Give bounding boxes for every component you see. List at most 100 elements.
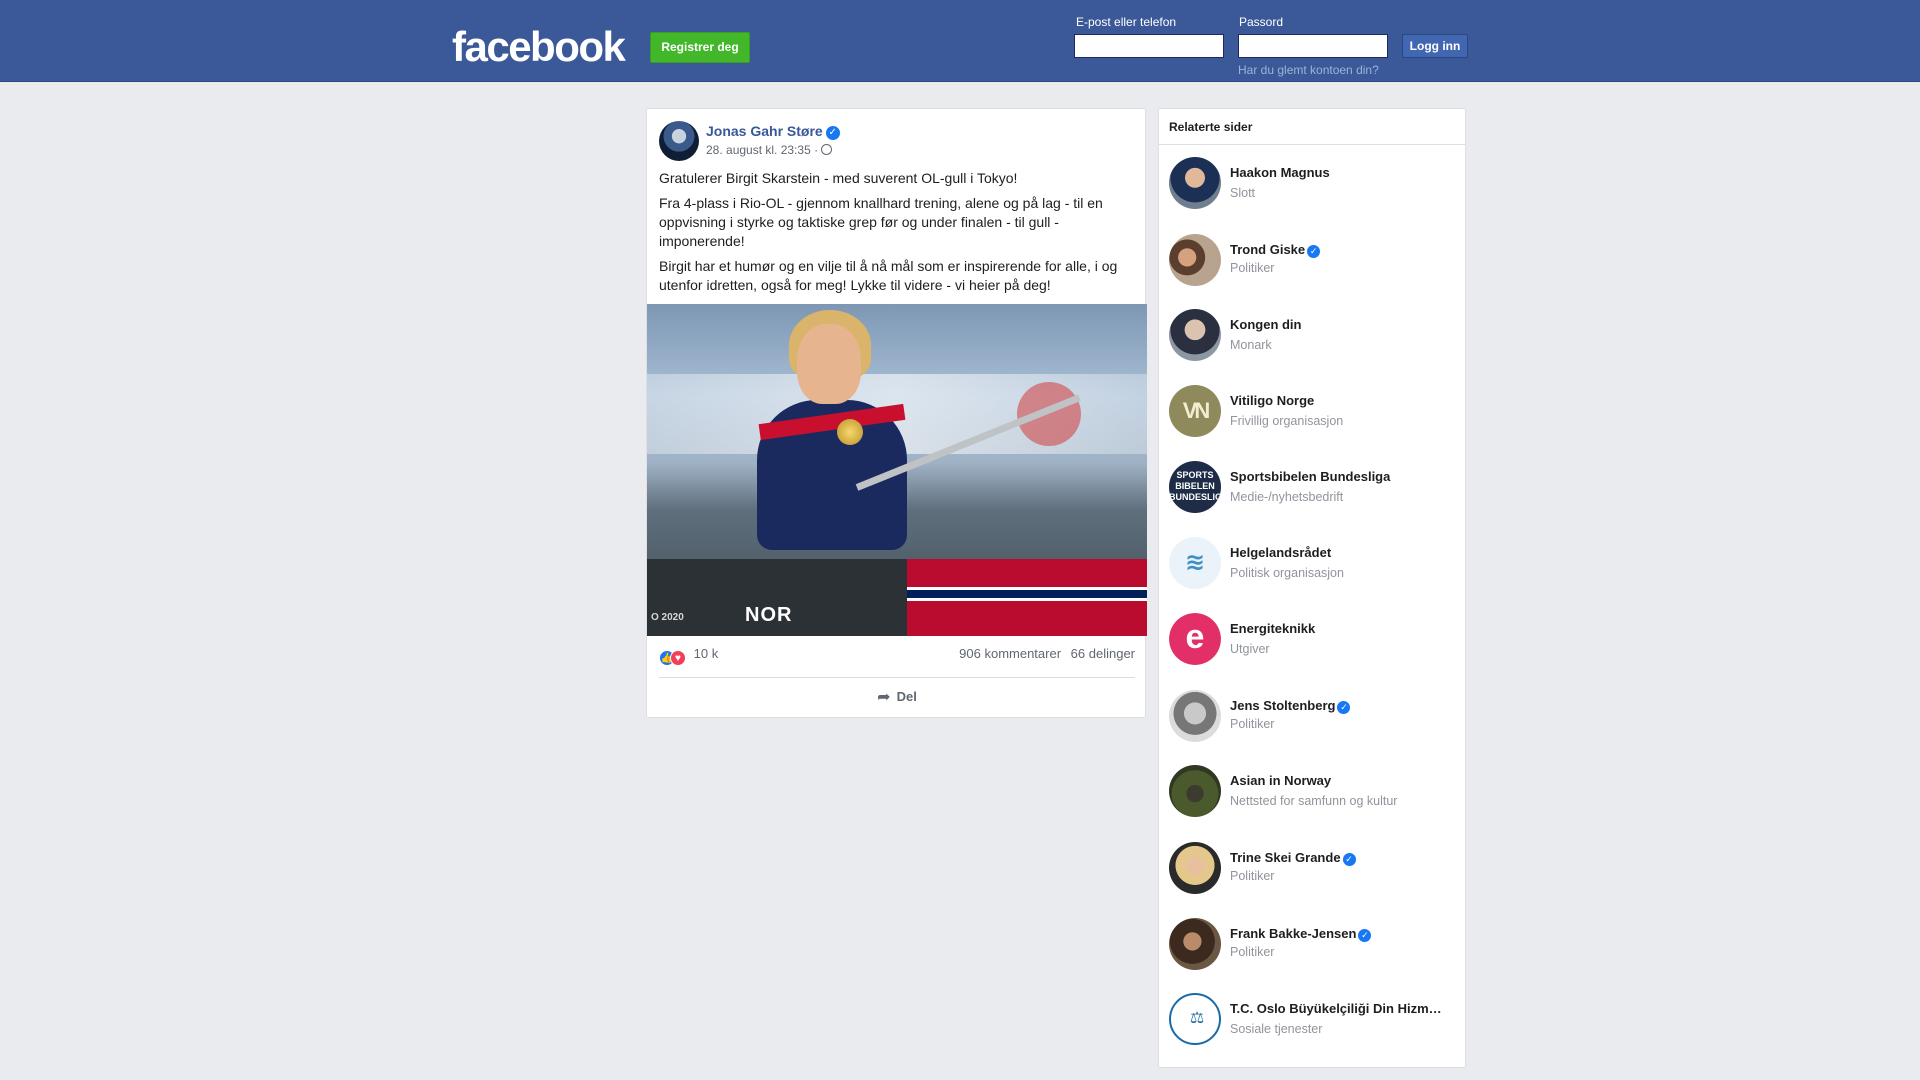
post-paragraph: Fra 4-plass i Rio-OL - gjennom knallhard… <box>659 195 1103 249</box>
share-button[interactable]: ➦ Del <box>659 683 1135 711</box>
emblem-logo-icon: ⚖ <box>1189 1010 1205 1027</box>
page-avatar[interactable] <box>1169 234 1221 286</box>
email-field[interactable] <box>1074 34 1224 58</box>
avatar-logo-letter: e <box>1169 613 1221 665</box>
divider <box>659 677 1135 678</box>
page-category: Politiker <box>1230 945 1275 959</box>
page-name[interactable]: Trond Giske ✓ <box>1230 242 1457 258</box>
facebook-logo[interactable]: facebook <box>452 22 626 72</box>
avatar-logo-text: SPORTS BIBELEN BUNDESLIGA <box>1169 470 1221 502</box>
page-category: Politiker <box>1230 869 1275 883</box>
page-avatar[interactable]: ⚖ <box>1169 993 1221 1045</box>
related-page-item[interactable]: Jens Stoltenberg ✓ Politiker <box>1169 690 1457 746</box>
login-button[interactable]: Logg inn <box>1402 34 1468 58</box>
post-stats: 906 kommentarer 66 delinger <box>953 646 1135 661</box>
page-name[interactable]: Trine Skei Grande ✓ <box>1230 850 1457 866</box>
related-page-item[interactable]: ≋ Helgelandsrådet Politisk organisasjon <box>1169 537 1457 593</box>
gold-medal <box>837 419 863 445</box>
related-page-item[interactable]: Asian in Norway Nettsted for samfunn og … <box>1169 765 1457 821</box>
page-avatar[interactable]: SPORTS BIBELEN BUNDESLIGA <box>1169 461 1221 513</box>
reaction-bar: 👍 ♥ 10 k 906 kommentarer 66 delinger <box>659 646 1135 666</box>
related-page-item[interactable]: SPORTS BIBELEN BUNDESLIGA Sportsbibelen … <box>1169 461 1457 517</box>
page-category: Monark <box>1230 338 1272 352</box>
page-name[interactable]: Jens Stoltenberg ✓ <box>1230 698 1457 714</box>
verified-badge-icon: ✓ <box>1358 929 1372 942</box>
share-label: Del <box>896 689 917 704</box>
post-timestamp[interactable]: 28. august kl. 23:35 · <box>706 143 818 157</box>
top-navigation-bar: facebook Registrer deg E-post eller tele… <box>0 0 1920 82</box>
email-label: E-post eller telefon <box>1076 15 1177 29</box>
forgot-account-link[interactable]: Har du glemt kontoen din? <box>1238 63 1379 77</box>
related-page-item[interactable]: Kongen din Monark <box>1169 309 1457 365</box>
page-avatar[interactable] <box>1169 918 1221 970</box>
page-avatar[interactable]: ≋ <box>1169 537 1221 589</box>
page-avatar[interactable] <box>1169 309 1221 361</box>
page-name[interactable]: Sportsbibelen Bundesliga <box>1230 469 1457 484</box>
page-avatar[interactable] <box>1169 765 1221 817</box>
page-name-text[interactable]: Trond Giske <box>1230 242 1305 257</box>
register-button[interactable]: Registrer deg <box>650 32 750 63</box>
page-category: Nettsted for samfunn og kultur <box>1230 794 1398 808</box>
related-page-item[interactable]: Trond Giske ✓ Politiker <box>1169 234 1457 290</box>
post-card: Jonas Gahr Støre ✓ 28. august kl. 23:35 ·… <box>646 108 1147 718</box>
flag-cross-blue <box>907 590 1147 598</box>
related-page-item[interactable]: Trine Skei Grande ✓ Politiker <box>1169 842 1457 898</box>
related-page-item[interactable]: Haakon Magnus Slott <box>1169 157 1457 213</box>
related-page-item[interactable]: e Energiteknikk Utgiver <box>1169 613 1457 669</box>
related-pages-panel: Relaterte sider Haakon Magnus Slott Tron… <box>1158 108 1466 1068</box>
page-name[interactable]: Energiteknikk <box>1230 621 1457 636</box>
related-pages-title: Relaterte sider <box>1159 109 1465 145</box>
page-category: Slott <box>1230 186 1256 200</box>
page-avatar[interactable]: VN <box>1169 385 1221 437</box>
page-category: Politiker <box>1230 261 1275 275</box>
post-author[interactable]: Jonas Gahr Støre ✓ <box>706 123 840 140</box>
love-reaction-icon[interactable]: ♥ <box>670 650 686 666</box>
page-name[interactable]: Vitiligo Norge <box>1230 393 1457 408</box>
page-category: Utgiver <box>1230 642 1270 656</box>
page-name[interactable]: T.C. Oslo Büyükelçiliği Din Hizm… <box>1230 1001 1457 1016</box>
verified-badge-icon: ✓ <box>1342 853 1356 866</box>
related-page-item[interactable]: Frank Bakke-Jensen ✓ Politiker <box>1169 918 1457 974</box>
comment-count[interactable]: 906 kommentarer <box>959 646 1061 661</box>
page-avatar[interactable] <box>1169 157 1221 209</box>
page-category: Politisk organisasjon <box>1230 566 1344 580</box>
post-meta: 28. august kl. 23:35 · <box>706 143 833 157</box>
page-name[interactable]: Helgelandsrådet <box>1230 545 1457 560</box>
post-author-name[interactable]: Jonas Gahr Støre <box>706 123 823 139</box>
page-name[interactable]: Asian in Norway <box>1230 773 1457 788</box>
verified-badge-icon: ✓ <box>825 126 840 140</box>
page-name-text[interactable]: Jens Stoltenberg <box>1230 698 1335 713</box>
post-paragraph: Birgit har et humør og en vilje til å nå… <box>659 258 1118 293</box>
page-avatar[interactable] <box>1169 842 1221 894</box>
post-paragraph: Gratulerer Birgit Skarstein - med suvere… <box>659 170 1018 186</box>
share-count[interactable]: 66 delinger <box>1071 646 1135 661</box>
page-avatar[interactable] <box>1169 690 1221 742</box>
page-name[interactable]: Frank Bakke-Jensen ✓ <box>1230 926 1457 942</box>
reaction-count[interactable]: 10 k <box>694 646 719 661</box>
post-body: Gratulerer Birgit Skarstein - med suvere… <box>659 169 1135 301</box>
page-name-text[interactable]: Frank Bakke-Jensen <box>1230 926 1356 941</box>
password-label: Passord <box>1239 15 1284 29</box>
page-name-text[interactable]: Trine Skei Grande <box>1230 850 1341 865</box>
athlete-face <box>797 324 861 404</box>
avatar-monogram: VN <box>1182 398 1211 423</box>
swirl-logo-icon: ≋ <box>1184 549 1206 576</box>
page-category: Politiker <box>1230 717 1275 731</box>
post-photo[interactable]: NOR O 2020 <box>647 304 1147 636</box>
boat-country-label: NOR <box>745 604 793 626</box>
page-name[interactable]: Haakon Magnus <box>1230 165 1457 180</box>
page-category: Frivillig organisasjon <box>1230 414 1344 428</box>
related-page-item[interactable]: ⚖ T.C. Oslo Büyükelçiliği Din Hizm… Sosi… <box>1169 993 1457 1049</box>
share-arrow-icon: ➦ <box>877 689 891 706</box>
page-avatar[interactable]: e <box>1169 613 1221 665</box>
photo-event-label: O 2020 <box>651 612 684 623</box>
verified-badge-icon: ✓ <box>1337 701 1351 714</box>
page-category: Sosiale tjenester <box>1230 1022 1323 1036</box>
verified-badge-icon: ✓ <box>1307 245 1321 258</box>
page-category: Medie-/nyhetsbedrift <box>1230 490 1344 504</box>
page-name[interactable]: Kongen din <box>1230 317 1457 332</box>
globe-icon <box>821 144 833 155</box>
author-avatar[interactable] <box>659 121 699 161</box>
password-field[interactable] <box>1238 34 1388 58</box>
related-page-item[interactable]: VN Vitiligo Norge Frivillig organisasjon <box>1169 385 1457 441</box>
